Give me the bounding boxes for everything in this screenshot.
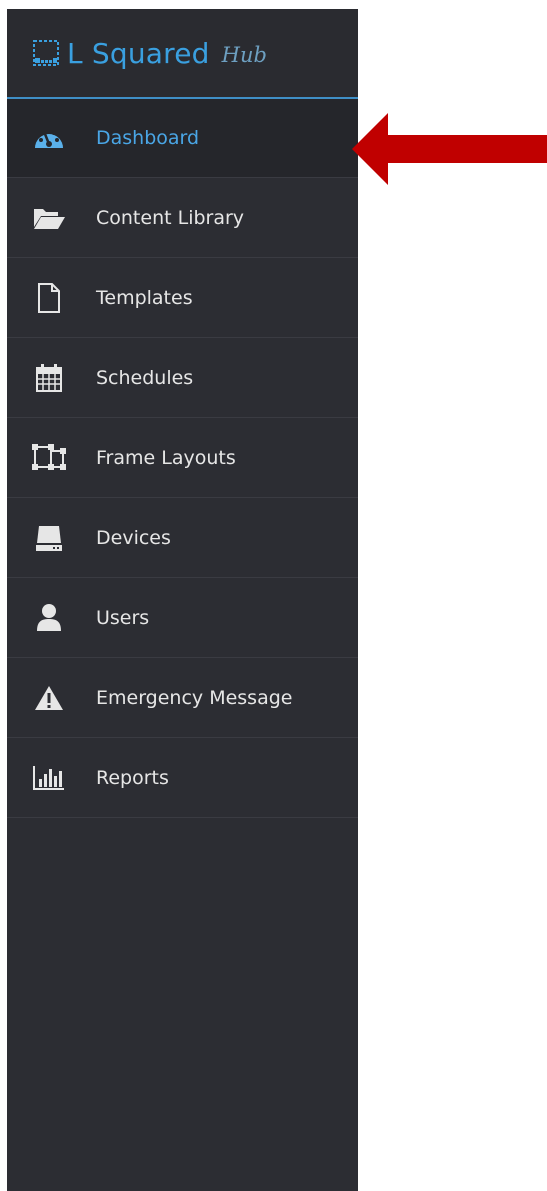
sidebar-item-schedules[interactable]: Schedules [7,338,358,418]
user-icon [31,600,67,636]
sidebar-nav: Dashboard Content Library Templates Sche… [7,99,358,818]
device-drive-icon [31,520,67,556]
sidebar-item-dashboard[interactable]: Dashboard [7,99,358,178]
sidebar-item-label: Dashboard [96,127,200,149]
sidebar-item-label: Reports [96,766,169,789]
sidebar-item-frame-layouts[interactable]: Frame Layouts [7,418,358,498]
sidebar-item-emergency-message[interactable]: Emergency Message [7,658,358,738]
dashboard-gauge-icon [31,120,67,156]
sidebar-item-content-library[interactable]: Content Library [7,178,358,258]
sidebar-item-label: Devices [96,526,171,549]
sidebar-item-templates[interactable]: Templates [7,258,358,338]
calendar-icon [31,360,67,396]
sidebar-item-label: Templates [96,286,193,309]
warning-icon [31,680,67,716]
document-icon [31,280,67,316]
page: L Squared Hub Dashboard Content Library … [0,0,547,1191]
sidebar-item-label: Content Library [96,206,245,229]
sidebar-item-label: Emergency Message [96,686,293,709]
bar-chart-icon [31,760,67,796]
folder-open-icon [31,200,67,236]
brand-suffix: Hub [221,43,267,67]
l-squared-logo-icon [33,40,59,66]
brand-name: L Squared [67,36,210,70]
sidebar-item-users[interactable]: Users [7,578,358,658]
sidebar-item-reports[interactable]: Reports [7,738,358,818]
sidebar-item-label: Frame Layouts [96,446,236,469]
annotation-arrow-icon [352,113,547,185]
frame-layout-icon [31,440,67,476]
sidebar: L Squared Hub Dashboard Content Library … [7,9,358,1191]
sidebar-item-label: Schedules [96,366,194,389]
sidebar-item-devices[interactable]: Devices [7,498,358,578]
sidebar-item-label: Users [96,606,150,629]
brand-header[interactable]: L Squared Hub [7,9,358,99]
